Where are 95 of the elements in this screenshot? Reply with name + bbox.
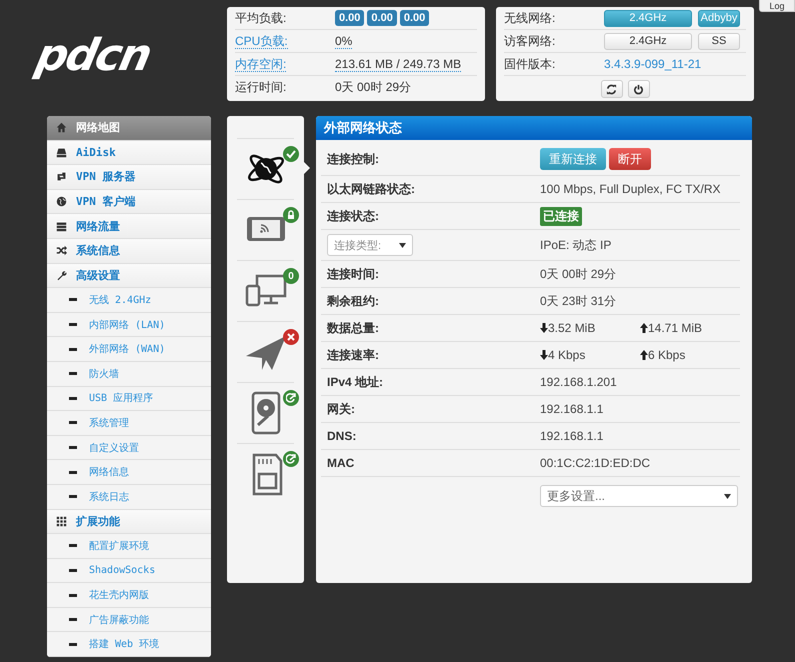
sidebar-item[interactable]: VPN 服务器 [47,165,211,190]
power-button[interactable] [628,80,650,98]
dash-icon [69,372,77,376]
row-value: 100 Mbps, Full Duplex, FC TX/RX [540,182,721,196]
row-label: IPv4 地址: [327,374,384,390]
count-badge: 0 [283,268,299,284]
dash-icon [69,446,77,450]
dash-icon [69,568,77,572]
load-badge: 0.00 [367,10,397,26]
upload-value: 6 Kbps [648,348,686,362]
dash-icon [69,495,77,498]
more-settings-select[interactable]: 更多设置... [540,485,738,507]
firmware-link[interactable]: 3.4.3.9-099_11-21 [604,57,702,71]
dash-icon [69,594,77,597]
dash-icon [69,298,77,302]
dash-icon [69,470,77,474]
sidebar-item[interactable]: VPN 客户端 [47,190,211,214]
up-arrow-icon [640,350,648,360]
dash-icon [69,348,77,351]
toggle-button[interactable]: 2.4GHz [604,32,692,50]
status-label: 固件版本: [504,56,556,72]
row-value: 192.168.1.201 [540,375,617,389]
toggle-button[interactable]: 2.4GHz [604,10,692,26]
dash-icon [69,323,77,326]
up-arrow-icon [640,323,648,333]
status-link[interactable]: 内存空闲: [235,56,286,72]
down-arrow-icon [540,350,548,360]
row-value: 0天 23时 31分 [540,292,616,310]
load-badge: 0.00 [335,10,364,26]
status-label: 访客网络: [504,32,556,50]
export-icon[interactable] [283,390,299,406]
row-label: 网关: [327,400,356,418]
home-icon [56,122,67,134]
row-label: 连接控制: [327,150,380,168]
row-label: 数据总量: [327,320,380,336]
sidebar-subitem[interactable]: USB 应用程序 [47,386,211,412]
caret-icon [724,494,731,498]
shuffle-icon [56,245,67,256]
sidebar-item[interactable]: AiDisk [47,140,211,166]
power-icon [633,84,644,94]
grid-icon [56,516,67,527]
sidebar-item[interactable]: 网络地图 [47,116,211,141]
disconnect-button[interactable]: 断开 [609,148,651,170]
pointer-arrow [304,162,310,174]
arrows-icon [56,171,67,182]
status-value: 0天 00时 29分 [335,78,412,96]
row-label: MAC [327,456,356,470]
log-button[interactable]: Log [759,0,795,12]
toggle-button[interactable]: SS [698,32,740,50]
down-arrow-icon [540,323,548,333]
dash-icon [69,618,77,622]
connected-badge: 已连接 [540,206,582,226]
dash-icon [69,544,77,548]
upload-value: 14.71 MiB [648,321,702,335]
dash-icon [69,396,77,400]
connection-type-select[interactable]: 连接类型: [327,234,413,256]
reconnect-button[interactable]: 重新连接 [540,148,606,170]
wrench-icon [56,270,67,281]
load-badge: 0.00 [400,10,430,26]
status-label: 无线网络: [504,10,556,26]
sidebar-item[interactable]: 系统信息 [47,238,211,264]
sidebar-subitem[interactable]: 自定义设置 [47,436,211,460]
sidebar-item[interactable]: 高级设置 [47,264,211,288]
row-label: 连接时间: [327,266,380,282]
row-value: 192.168.1.1 [540,429,604,443]
list-icon [56,220,67,232]
sidebar-subitem[interactable]: ShadowSocks [47,558,211,584]
row-label: 以太网链路状态: [327,180,416,198]
dash-icon [69,421,77,424]
logo: pdcn [32,30,156,80]
download-value: 4 Kbps [548,348,586,362]
refresh-button[interactable] [600,80,622,98]
dash-icon [69,642,77,646]
sidebar-item[interactable]: 扩展功能 [47,510,211,534]
status-label: 平均负载: [235,10,286,24]
row-value: 00:1C:C2:1D:ED:DC [540,456,650,470]
status-link[interactable]: CPU负载: [235,34,288,48]
row-label: 连接速率: [327,346,380,364]
export-icon[interactable] [283,451,299,467]
sidebar-item[interactable]: 网络流量 [47,214,211,239]
toggle-button[interactable]: Adbyby [698,10,740,26]
panel-title: 外部网络状态 [316,116,752,140]
status-label: 运行时间: [235,80,286,94]
row-label: 剩余租约: [327,292,380,310]
download-value: 3.52 MiB [548,321,596,335]
globe-icon [56,196,67,208]
row-value: IPoE: 动态 IP [540,236,612,254]
row-label: 连接状态: [327,208,380,224]
row-value: 0天 00时 29分 [540,266,616,282]
refresh-icon [606,84,617,94]
row-label: DNS: [327,429,358,443]
status-value: 0% [335,34,352,48]
row-value: 192.168.1.1 [540,402,604,416]
status-value: 213.61 MB / 249.73 MB [335,56,462,72]
caret-icon [399,242,406,248]
